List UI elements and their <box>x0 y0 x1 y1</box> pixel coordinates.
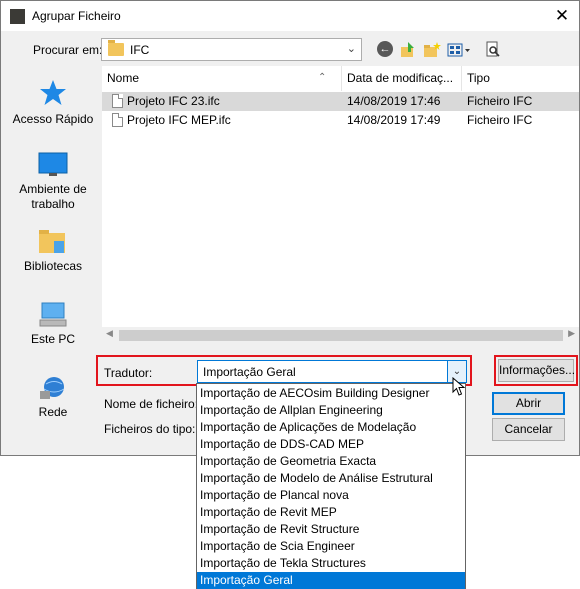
file-list[interactable]: Nome ⌃ Data de modificaç... Tipo Projeto… <box>102 66 579 343</box>
table-row[interactable]: Projeto IFC 23.ifc 14/08/2019 17:46 Fich… <box>102 92 579 111</box>
places-bar: Acesso Rápido Ambiente de trabalho Bibli… <box>8 66 98 351</box>
look-in-combo[interactable]: IFC ⌄ <box>101 38 362 61</box>
preview-icon[interactable] <box>485 41 501 59</box>
close-icon[interactable]: ✕ <box>551 5 573 27</box>
place-label: Acesso Rápido <box>12 112 94 126</box>
column-header-type[interactable]: Tipo <box>462 66 579 91</box>
new-folder-icon[interactable] <box>423 41 441 59</box>
dropdown-item[interactable]: Importação de Tekla Structures <box>197 555 465 572</box>
dropdown-item[interactable]: Importação de Revit MEP <box>197 504 465 521</box>
star-icon <box>38 78 68 108</box>
info-button[interactable]: Informações... <box>498 359 575 382</box>
file-date: 14/08/2019 17:49 <box>347 113 441 127</box>
dropdown-item-selected[interactable]: Importação Geral <box>197 572 465 589</box>
place-label: Rede <box>38 405 68 419</box>
computer-icon <box>38 302 68 328</box>
libraries-icon <box>38 229 68 255</box>
scroll-left-icon[interactable]: ◀ <box>106 328 113 339</box>
dropdown-item[interactable]: Importação de Allplan Engineering <box>197 402 465 419</box>
look-in-label: Procurar em: <box>33 43 103 57</box>
place-ambiente-de-trabalho[interactable]: Ambiente de trabalho <box>8 152 98 212</box>
filetype-label: Ficheiros do tipo: <box>104 422 196 436</box>
mouse-cursor-icon <box>452 376 466 397</box>
file-date: 14/08/2019 17:46 <box>347 94 441 108</box>
tradutor-label: Tradutor: <box>104 366 153 380</box>
place-acesso-rapido[interactable]: Acesso Rápido <box>8 78 98 127</box>
table-row[interactable]: Projeto IFC MEP.ifc 14/08/2019 17:49 Fic… <box>102 111 579 130</box>
file-type: Ficheiro IFC <box>467 94 533 108</box>
cancel-button[interactable]: Cancelar <box>492 418 565 441</box>
dropdown-item[interactable]: Importação de AECOsim Building Designer <box>197 385 465 402</box>
look-in-path: IFC <box>130 43 150 57</box>
place-label: Ambiente de trabalho <box>19 182 87 211</box>
dropdown-item[interactable]: Importação de DDS-CAD MEP <box>197 436 465 453</box>
column-header-date[interactable]: Data de modificaç... <box>342 66 462 91</box>
file-name: Projeto IFC MEP.ifc <box>127 113 231 127</box>
place-este-pc[interactable]: Este PC <box>8 302 98 347</box>
open-button[interactable]: Abrir <box>492 392 565 415</box>
window-title: Agrupar Ficheiro <box>32 9 121 23</box>
dropdown-item[interactable]: Importação de Geometria Exacta <box>197 453 465 470</box>
dropdown-item[interactable]: Importação de Revit Structure <box>197 521 465 538</box>
horizontal-scrollbar[interactable]: ◀ ▶ <box>102 327 579 344</box>
dropdown-item[interactable]: Importação de Plancal nova <box>197 487 465 504</box>
desktop-icon <box>38 152 68 178</box>
tradutor-value: Importação Geral <box>203 365 296 379</box>
dropdown-item[interactable]: Importação de Aplicações de Modelação <box>197 419 465 436</box>
place-rede[interactable]: Rede <box>8 375 98 420</box>
sort-up-icon: ⌃ <box>318 72 327 83</box>
tradutor-select[interactable]: Importação Geral ⌄ <box>197 360 467 383</box>
place-label: Este PC <box>30 332 75 346</box>
network-icon <box>38 375 68 401</box>
tradutor-dropdown-list[interactable]: Importação de AECOsim Building Designer … <box>196 383 466 589</box>
dropdown-item[interactable]: Importação de Scia Engineer <box>197 538 465 555</box>
folder-icon <box>108 40 124 56</box>
dropdown-item[interactable]: Importação de Modelo de Análise Estrutur… <box>197 470 465 487</box>
back-icon[interactable]: ← <box>377 41 393 57</box>
column-header-name[interactable]: Nome ⌃ <box>102 66 342 91</box>
file-type: Ficheiro IFC <box>467 113 533 127</box>
filename-label: Nome de ficheiro: <box>104 397 199 411</box>
app-logo-icon <box>10 9 25 24</box>
file-icon <box>112 94 123 108</box>
view-menu-icon[interactable] <box>447 41 473 59</box>
scroll-right-icon[interactable]: ▶ <box>568 328 575 339</box>
file-icon <box>112 113 123 127</box>
place-label: Bibliotecas <box>23 259 83 273</box>
title-bar: Agrupar Ficheiro ✕ <box>1 1 579 31</box>
chevron-down-icon[interactable]: ⌄ <box>347 42 356 55</box>
scrollbar-thumb[interactable] <box>119 330 563 341</box>
place-bibliotecas[interactable]: Bibliotecas <box>8 229 98 274</box>
file-name: Projeto IFC 23.ifc <box>127 94 220 108</box>
up-folder-icon[interactable] <box>399 41 417 59</box>
